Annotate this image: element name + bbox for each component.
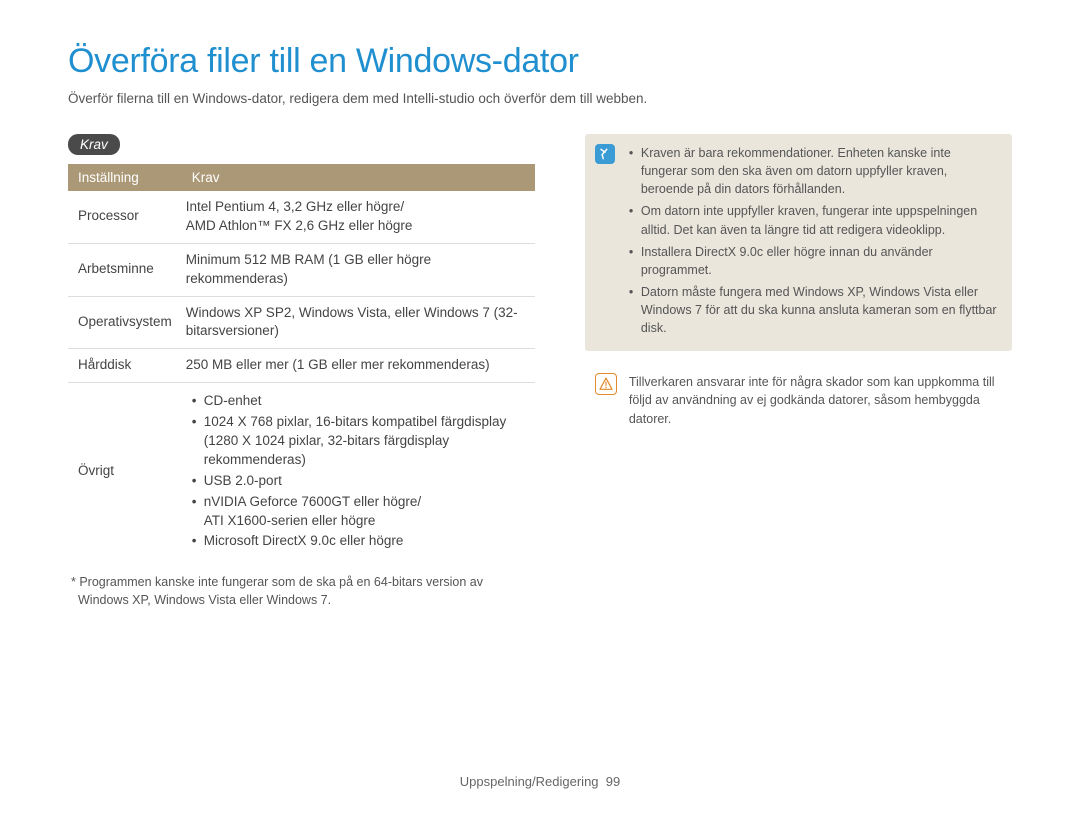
- row-value: Windows XP SP2, Windows Vista, eller Win…: [182, 296, 535, 349]
- row-value: Minimum 512 MB RAM (1 GB eller högre rek…: [182, 243, 535, 296]
- table-row: Operativsystem Windows XP SP2, Windows V…: [68, 296, 535, 349]
- table-row: Övrigt CD-enhet 1024 X 768 pixlar, 16-bi…: [68, 383, 535, 561]
- requirements-table: Inställning Krav Processor Intel Pentium…: [68, 164, 535, 560]
- table-row: Processor Intel Pentium 4, 3,2 GHz eller…: [68, 191, 535, 243]
- footer-section: Uppspelning/Redigering: [460, 774, 599, 789]
- list-item: Microsoft DirectX 9.0c eller högre: [192, 532, 525, 551]
- row-label: Övrigt: [68, 383, 182, 561]
- row-label: Hårddisk: [68, 349, 182, 383]
- row-label: Processor: [68, 191, 182, 243]
- page-title: Överföra filer till en Windows-dator: [68, 42, 1012, 81]
- warning-icon: [595, 373, 617, 395]
- row-value: Intel Pentium 4, 3,2 GHz eller högre/ AM…: [182, 191, 535, 243]
- list-item: CD-enhet: [192, 392, 525, 411]
- note-item: Installera DirectX 9.0c eller högre inna…: [629, 243, 1000, 279]
- note-icon: [595, 144, 615, 164]
- note-item: Kraven är bara rekommendationer. Enheten…: [629, 144, 1000, 198]
- footer-page-number: 99: [606, 774, 620, 789]
- list-item: 1024 X 768 pixlar, 16-bitars kompatibel …: [192, 413, 525, 470]
- table-row: Hårddisk 250 MB eller mer (1 GB eller me…: [68, 349, 535, 383]
- note-item: Datorn måste fungera med Windows XP, Win…: [629, 283, 1000, 337]
- requirements-column: Krav Inställning Krav Processor Intel Pe…: [68, 134, 535, 609]
- row-value: CD-enhet 1024 X 768 pixlar, 16-bitars ko…: [182, 383, 535, 561]
- row-label: Operativsystem: [68, 296, 182, 349]
- page-footer: Uppspelning/Redigering 99: [0, 774, 1080, 789]
- table-row: Arbetsminne Minimum 512 MB RAM (1 GB ell…: [68, 243, 535, 296]
- list-item: nVIDIA Geforce 7600GT eller högre/ ATI X…: [192, 493, 525, 531]
- notes-column: Kraven är bara rekommendationer. Enheten…: [585, 134, 1012, 609]
- note-box: Kraven är bara rekommendationer. Enheten…: [585, 134, 1012, 351]
- row-label: Arbetsminne: [68, 243, 182, 296]
- col-setting: Inställning: [68, 164, 182, 191]
- warning-text: Tillverkaren ansvarar inte för några ska…: [629, 375, 995, 425]
- note-item: Om datorn inte uppfyller kraven, fungera…: [629, 202, 1000, 238]
- list-item: USB 2.0-port: [192, 472, 525, 491]
- requirements-footnote: * Programmen kanske inte fungerar som de…: [68, 574, 535, 609]
- row-value: 250 MB eller mer (1 GB eller mer rekomme…: [182, 349, 535, 383]
- col-req: Krav: [182, 164, 535, 191]
- page-subtitle: Överför filerna till en Windows-dator, r…: [68, 91, 1012, 106]
- requirements-heading: Krav: [68, 134, 120, 155]
- warning-box: Tillverkaren ansvarar inte för några ska…: [585, 373, 1012, 427]
